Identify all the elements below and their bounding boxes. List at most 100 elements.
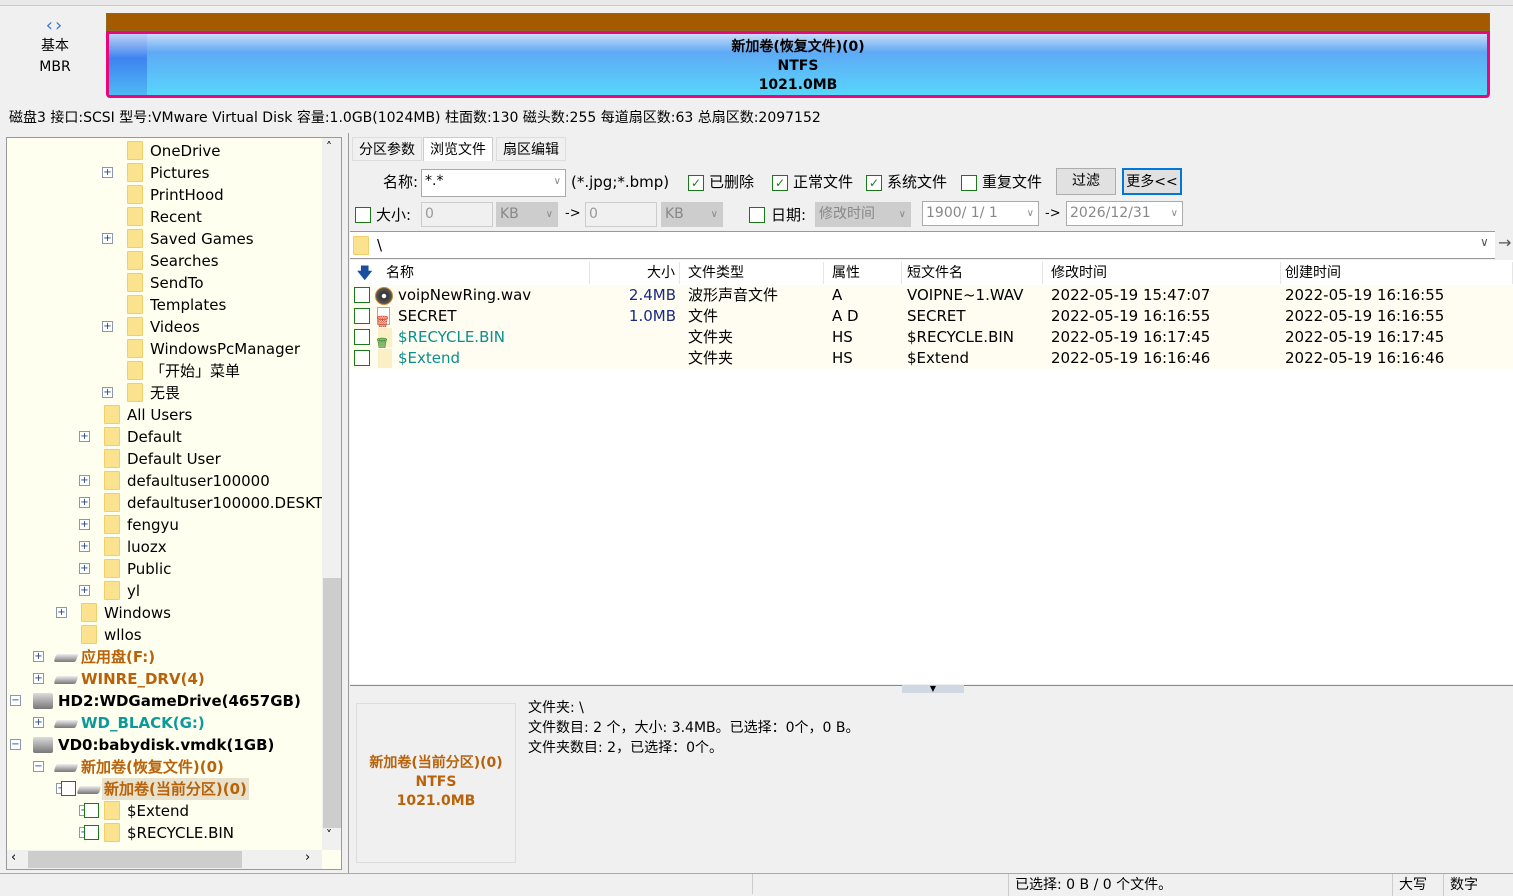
expand-icon[interactable]: + [79,541,90,552]
tree-item[interactable]: + Pictures [7,162,327,184]
size-from-input[interactable]: 0 [421,202,493,227]
date-checkbox[interactable] [749,207,765,223]
tree-checkbox[interactable] [84,825,99,840]
tree-item[interactable]: +$RECYCLE.BIN [7,822,327,844]
file-row[interactable]: 🗑 SECRET 1.0MB 文件 A D SECRET 2022-05-19 … [350,306,1513,329]
disk-nav-arrows-icon[interactable]: ‹› [30,15,80,36]
date-type-select[interactable]: 修改时间 ∨ [815,202,911,227]
collapse-icon[interactable]: − [10,695,21,706]
tree-item[interactable]: Default User [7,448,327,470]
tree-checkbox[interactable] [61,781,76,796]
tree-item[interactable]: − VD0:babydisk.vmdk(1GB) [7,734,327,756]
tree-item[interactable]: PrintHood [7,184,327,206]
normal-files-checkbox[interactable]: ✓ [772,175,788,191]
tree-item[interactable]: Searches [7,250,327,272]
tree-item[interactable]: + yl [7,580,327,602]
expand-icon[interactable]: + [33,717,44,728]
filter-button[interactable]: 过滤 [1056,168,1116,195]
expand-icon[interactable]: + [79,497,90,508]
column-header-name[interactable]: 名称 [382,262,590,284]
tree-item[interactable]: + fengyu [7,514,327,536]
go-arrow-icon[interactable]: → [1498,233,1511,252]
date-to-picker[interactable]: 2026/12/31 ∨ [1066,201,1183,226]
chevron-down-icon[interactable]: ∨ [1480,235,1489,249]
expand-icon[interactable]: + [102,321,113,332]
collapse-icon[interactable]: − [10,739,21,750]
scroll-left-icon[interactable]: ‹ [11,850,16,865]
tree-item[interactable]: SendTo [7,272,327,294]
system-files-checkbox[interactable]: ✓ [866,175,882,191]
size-checkbox[interactable] [355,207,371,223]
expand-icon[interactable]: + [79,431,90,442]
tree-item[interactable]: Templates [7,294,327,316]
disk-map[interactable]: 新加卷(恢复文件)(0) NTFS 1021.0MB [106,13,1490,98]
tree-item[interactable]: −新加卷(当前分区)(0) [7,778,327,800]
expand-icon[interactable]: + [33,673,44,684]
collapse-icon[interactable]: − [33,761,44,772]
expand-icon[interactable]: + [102,387,113,398]
tree-item[interactable]: 「开始」菜单 [7,360,327,382]
tree-item[interactable]: WindowsPcManager [7,338,327,360]
tree-item[interactable]: + defaultuser100000.DESKTC [7,492,333,514]
row-checkbox[interactable] [354,308,370,324]
tree-item[interactable]: + Saved Games [7,228,327,250]
column-header-modified[interactable]: 修改时间 [1047,262,1281,284]
disk-tree[interactable]: OneDrive + Pictures PrintHood Recent + Saved G… [6,137,342,870]
column-header-attr[interactable]: 属性 [828,262,902,284]
tree-item[interactable]: + 应用盘(F:) [7,646,327,668]
column-header-short-name[interactable]: 短文件名 [903,262,1043,284]
tree-item[interactable]: wllos [7,624,327,646]
column-header-type[interactable]: 文件类型 [684,262,824,284]
tree-item[interactable]: + WINRE_DRV(4) [7,668,327,690]
tab-partition-params[interactable]: 分区参数 [352,137,422,161]
path-bar[interactable]: \ ∨ [350,231,1495,259]
tree-item[interactable]: + Public [7,558,327,580]
size-to-unit[interactable]: KB ∨ [661,202,723,227]
tree-vscroll-thumb[interactable] [323,578,341,828]
duplicate-files-checkbox[interactable] [961,175,977,191]
tab-browse-files[interactable]: 浏览文件 [423,137,493,161]
tree-item[interactable]: +$Extend [7,800,327,822]
expand-icon[interactable]: + [56,607,67,618]
tree-hscroll-thumb[interactable] [28,851,242,868]
tree-item[interactable]: + 无畏 [7,382,327,404]
expand-icon[interactable]: + [79,563,90,574]
scroll-down-icon[interactable]: ˅ [326,828,332,842]
expand-icon[interactable]: + [33,651,44,662]
more-button[interactable]: 更多<< [1122,168,1182,195]
file-row[interactable]: 🗑 $RECYCLE.BIN 文件夹 HS $RECYCLE.BIN 2022-… [350,327,1513,350]
expand-icon[interactable]: + [79,519,90,530]
deleted-checkbox[interactable]: ✓ [688,175,704,191]
expand-icon[interactable]: + [79,585,90,596]
tree-item[interactable]: + WD_BLACK(G:) [7,712,327,734]
tree-checkbox[interactable] [84,803,99,818]
tree-item[interactable]: − 新加卷(恢复文件)(0) [7,756,327,778]
row-checkbox[interactable] [354,287,370,303]
date-from-picker[interactable]: 1900/ 1/ 1 ∨ [922,201,1039,226]
tab-sector-edit[interactable]: 扇区编辑 [496,137,566,161]
tree-item[interactable]: OneDrive [7,140,327,162]
tree-item[interactable]: All Users [7,404,327,426]
row-checkbox[interactable] [354,350,370,366]
file-row[interactable]: voipNewRing.wav 2.4MB 波形声音文件 A VOIPNE~1.… [350,285,1513,306]
name-filter-combo[interactable]: *.* ∨ [421,169,566,197]
row-checkbox[interactable] [354,329,370,345]
size-to-input[interactable]: 0 [585,202,657,227]
tree-item[interactable]: + Videos [7,316,327,338]
collapse-panel-icon[interactable]: ▼ [902,685,964,693]
expand-icon[interactable]: + [102,167,113,178]
column-header-size[interactable]: 大小 [590,262,680,284]
tree-item[interactable]: + Windows [7,602,327,624]
tree-item[interactable]: + Default [7,426,327,448]
tree-item[interactable]: + defaultuser100000 [7,470,327,492]
tree-item[interactable]: − HD2:WDGameDrive(4657GB) [7,690,327,712]
tree-item[interactable]: Recent [7,206,327,228]
column-header-created[interactable]: 创建时间 [1281,262,1513,284]
file-row[interactable]: $Extend 文件夹 HS $Extend 2022-05-19 16:16:… [350,348,1513,369]
partition-block[interactable]: 新加卷(恢复文件)(0) NTFS 1021.0MB [106,31,1490,98]
expand-icon[interactable]: + [102,233,113,244]
scroll-up-icon[interactable]: ˄ [326,140,332,154]
tree-item[interactable]: + luozx [7,536,327,558]
expand-icon[interactable]: + [79,475,90,486]
size-from-unit[interactable]: KB ∨ [496,202,558,227]
